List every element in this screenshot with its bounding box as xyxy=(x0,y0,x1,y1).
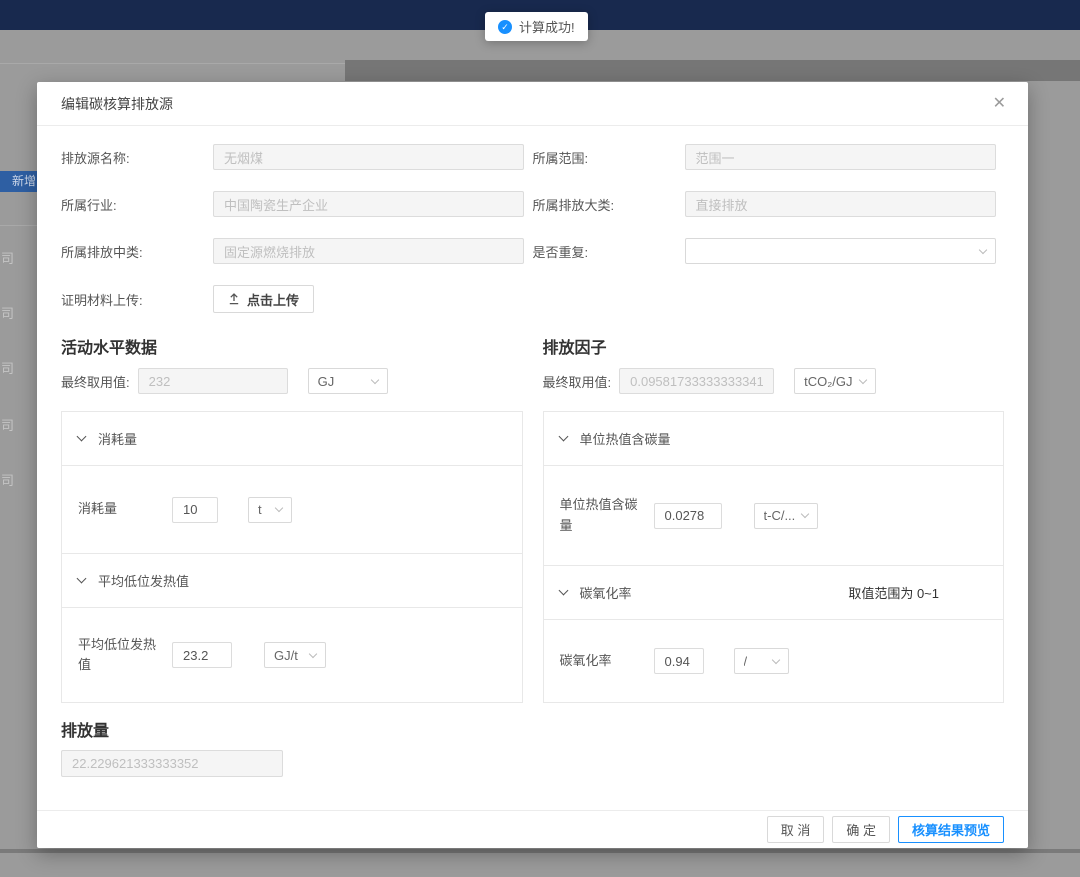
consumption-unit-value: t xyxy=(258,502,262,517)
background-divider xyxy=(0,849,1080,853)
consumption-collapse-header[interactable]: 消耗量 xyxy=(62,412,522,466)
consumption-label: 消耗量 xyxy=(78,499,156,519)
factor-panel: 单位热值含碳量 单位热值含碳量 t-C/... 碳氧化率 取值范围为 0~1 xyxy=(543,411,1005,703)
activity-panel: 消耗量 消耗量 t 平均低位发热值 xyxy=(61,411,523,703)
consumption-unit-select[interactable]: t xyxy=(248,497,292,523)
background-table-row: 司 xyxy=(1,303,14,322)
source-name-input xyxy=(213,144,524,170)
oxidation-rate-unit-value: / xyxy=(744,654,748,669)
activity-final-input xyxy=(138,368,288,394)
oxidation-rate-range-note: 取值范围为 0~1 xyxy=(848,583,939,602)
chevron-down-icon xyxy=(77,432,87,442)
factor-final-input xyxy=(619,368,774,394)
chevron-down-icon xyxy=(978,245,986,253)
success-toast: ✓ 计算成功! xyxy=(485,12,588,41)
oxidation-rate-input[interactable] xyxy=(654,648,704,674)
factor-final-label: 最终取用值: xyxy=(543,372,612,391)
dialog-title: 编辑碳核算排放源 xyxy=(61,96,173,112)
carbon-content-input[interactable] xyxy=(654,503,722,529)
emission-section-title: 排放量 xyxy=(61,717,1004,741)
upload-label: 证明材料上传: xyxy=(61,290,213,309)
background-table-row: 司 xyxy=(1,470,14,489)
heating-value-unit-select[interactable]: GJ/t xyxy=(264,642,326,668)
oxidation-rate-unit-select[interactable]: / xyxy=(734,648,789,674)
source-name-label: 排放源名称: xyxy=(61,148,213,167)
consumption-input[interactable] xyxy=(172,497,218,523)
background-divider xyxy=(0,63,345,64)
factor-section-title: 排放因子 xyxy=(543,334,1005,354)
chevron-down-icon xyxy=(309,649,317,657)
activity-unit-value: GJ xyxy=(318,374,335,389)
edit-emission-source-dialog: 编辑碳核算排放源 ✕ 排放源名称: 所属范围: 所属行业: 所属排放大类: xyxy=(37,82,1028,848)
carbon-content-header-label: 单位热值含碳量 xyxy=(580,429,671,448)
carbon-content-collapse-header[interactable]: 单位热值含碳量 xyxy=(544,412,1004,466)
activity-final-label: 最终取用值: xyxy=(61,372,130,391)
chevron-down-icon xyxy=(77,574,87,584)
chevron-down-icon xyxy=(370,375,378,383)
chevron-down-icon xyxy=(558,586,568,596)
confirm-button[interactable]: 确 定 xyxy=(832,816,890,843)
major-category-input xyxy=(685,191,996,217)
oxidation-rate-header-label: 碳氧化率 xyxy=(580,583,632,602)
duplicate-label: 是否重复: xyxy=(533,242,685,261)
cancel-button[interactable]: 取 消 xyxy=(767,816,825,843)
chevron-down-icon xyxy=(771,655,779,663)
background-table-row: 司 xyxy=(1,415,14,434)
activity-unit-select[interactable]: GJ xyxy=(308,368,388,394)
scope-input xyxy=(685,144,996,170)
consumption-header-label: 消耗量 xyxy=(98,429,137,448)
dialog-body: 排放源名称: 所属范围: 所属行业: 所属排放大类: 所属排放中类: xyxy=(37,126,1028,777)
factor-unit-select[interactable]: tCO₂/GJ xyxy=(794,368,876,394)
heating-value-input[interactable] xyxy=(172,642,232,668)
scope-label: 所属范围: xyxy=(533,148,685,167)
heating-value-header-label: 平均低位发热值 xyxy=(98,571,189,590)
upload-button-label: 点击上传 xyxy=(247,290,299,309)
major-category-label: 所属排放大类: xyxy=(533,195,685,214)
chevron-down-icon xyxy=(859,375,867,383)
check-circle-icon: ✓ xyxy=(498,20,512,34)
factor-unit-value: tCO₂/GJ xyxy=(804,374,852,389)
result-preview-button[interactable]: 核算结果预览 xyxy=(898,816,1004,843)
close-icon[interactable]: ✕ xyxy=(993,82,1006,126)
background-divider xyxy=(0,225,37,226)
dialog-footer: 取 消 确 定 核算结果预览 xyxy=(37,810,1028,848)
heating-value-collapse-header[interactable]: 平均低位发热值 xyxy=(62,554,522,608)
background-table-row: 司 xyxy=(1,248,14,267)
mid-category-label: 所属排放中类: xyxy=(61,242,213,261)
industry-input xyxy=(213,191,524,217)
chevron-down-icon xyxy=(800,510,808,518)
background-dark-band xyxy=(345,60,1080,81)
heating-value-label: 平均低位发热值 xyxy=(78,635,156,675)
duplicate-select[interactable] xyxy=(685,238,996,264)
chevron-down-icon xyxy=(275,504,283,512)
upload-button[interactable]: 点击上传 xyxy=(213,285,314,313)
dialog-header: 编辑碳核算排放源 ✕ xyxy=(37,82,1028,126)
upload-icon xyxy=(228,293,240,305)
oxidation-rate-label: 碳氧化率 xyxy=(560,651,638,671)
chevron-down-icon xyxy=(558,432,568,442)
carbon-content-unit-select[interactable]: t-C/... xyxy=(754,503,818,529)
heating-value-unit-value: GJ/t xyxy=(274,648,298,663)
toast-message: 计算成功! xyxy=(519,17,575,36)
background-table-row: 司 xyxy=(1,358,14,377)
oxidation-rate-collapse-header[interactable]: 碳氧化率 取值范围为 0~1 xyxy=(544,566,1004,620)
industry-label: 所属行业: xyxy=(61,195,213,214)
carbon-content-label: 单位热值含碳量 xyxy=(560,495,638,535)
emission-amount-input xyxy=(61,750,283,777)
activity-section-title: 活动水平数据 xyxy=(61,334,523,354)
carbon-content-unit-value: t-C/... xyxy=(764,508,796,523)
mid-category-input xyxy=(213,238,524,264)
